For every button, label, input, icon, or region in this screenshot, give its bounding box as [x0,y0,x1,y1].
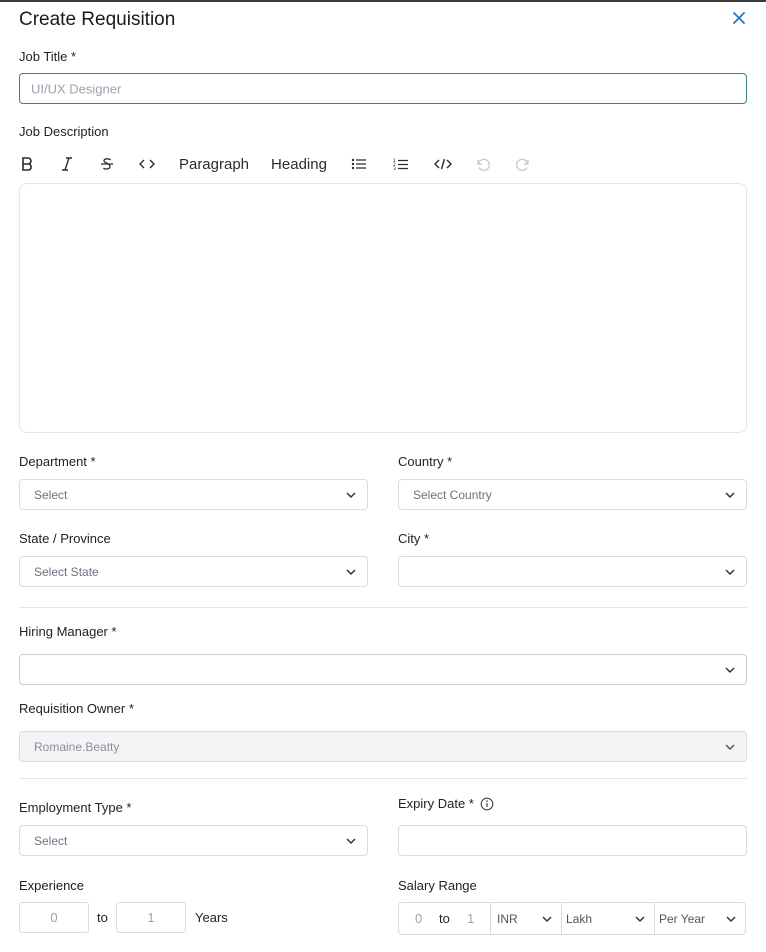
hiring-manager-select[interactable] [19,654,747,685]
employment-type-label: Employment Type * [19,800,132,815]
ordered-list-icon[interactable]: 123 [392,152,410,176]
country-label: Country * [398,454,453,469]
country-value: Select Country [413,487,492,502]
chevron-down-icon [542,915,552,922]
top-border [0,0,766,2]
page-title: Create Requisition [19,9,176,30]
requisition-owner-label: Requisition Owner * [19,701,134,716]
job-description-label: Job Description [19,124,109,139]
chevron-down-icon [726,915,736,922]
experience-to-label: to [97,910,108,925]
chevron-down-icon [635,915,645,922]
city-select[interactable] [398,556,747,587]
paragraph-button[interactable]: Paragraph [179,152,249,176]
state-select[interactable]: Select State [19,556,368,587]
country-select[interactable]: Select Country [398,479,747,510]
close-icon[interactable] [729,8,749,28]
state-label: State / Province [19,531,111,546]
department-select[interactable]: Select [19,479,368,510]
undo-icon[interactable] [474,152,492,176]
employment-type-value: Select [34,833,68,848]
code-block-icon[interactable] [433,152,453,176]
requisition-owner-value: Romaine.Beatty [34,739,120,754]
job-description-editor[interactable] [19,183,747,433]
hiring-manager-label: Hiring Manager * [19,624,117,639]
department-value: Select [34,487,68,502]
salary-max-input[interactable]: 1 [467,903,474,934]
job-title-placeholder: UI/UX Designer [31,81,122,96]
department-label: Department * [19,454,96,469]
employment-type-select[interactable]: Select [19,825,368,856]
experience-unit-label: Years [195,910,228,925]
requisition-owner-select: Romaine.Beatty [19,731,747,762]
chevron-down-icon [346,568,356,575]
experience-min-input[interactable]: 0 [19,902,89,933]
city-label: City * [398,531,430,546]
experience-max-input[interactable]: 1 [116,902,186,933]
editor-toolbar: Paragraph Heading 123 [19,152,539,176]
salary-range-label: Salary Range [398,878,477,893]
salary-range-group: 0 to 1 INR Lakh Per Year [398,902,746,935]
redo-icon[interactable] [514,152,532,176]
salary-min-input[interactable]: 0 [415,903,422,934]
chevron-down-icon [725,491,735,498]
experience-label: Experience [19,878,85,893]
bold-icon[interactable] [19,152,35,176]
salary-to-label: to [439,911,450,926]
chevron-down-icon [346,837,356,844]
heading-button[interactable]: Heading [271,152,327,176]
section-divider [19,778,747,779]
chevron-down-icon [346,491,356,498]
code-icon[interactable] [138,152,156,176]
expiry-date-label: Expiry Date * [398,796,474,811]
chevron-down-icon [725,666,735,673]
job-title-input[interactable]: UI/UX Designer [19,73,747,104]
salary-scale-select[interactable]: Lakh [562,903,654,934]
info-icon[interactable] [480,797,494,811]
section-divider [19,607,747,608]
salary-scale-value: Lakh [566,911,593,926]
state-value: Select State [34,564,99,579]
salary-period-select[interactable]: Per Year [655,903,745,934]
svg-text:3: 3 [393,166,396,171]
chevron-down-icon [725,568,735,575]
currency-value: INR [497,911,518,926]
italic-icon[interactable] [59,152,75,176]
currency-select[interactable]: INR [491,903,561,934]
chevron-down-icon [725,743,735,750]
job-title-label: Job Title * [19,49,77,64]
strikethrough-icon[interactable] [99,152,115,176]
bullet-list-icon[interactable] [350,152,368,176]
salary-period-value: Per Year [659,911,706,926]
expiry-date-input[interactable] [398,825,747,856]
